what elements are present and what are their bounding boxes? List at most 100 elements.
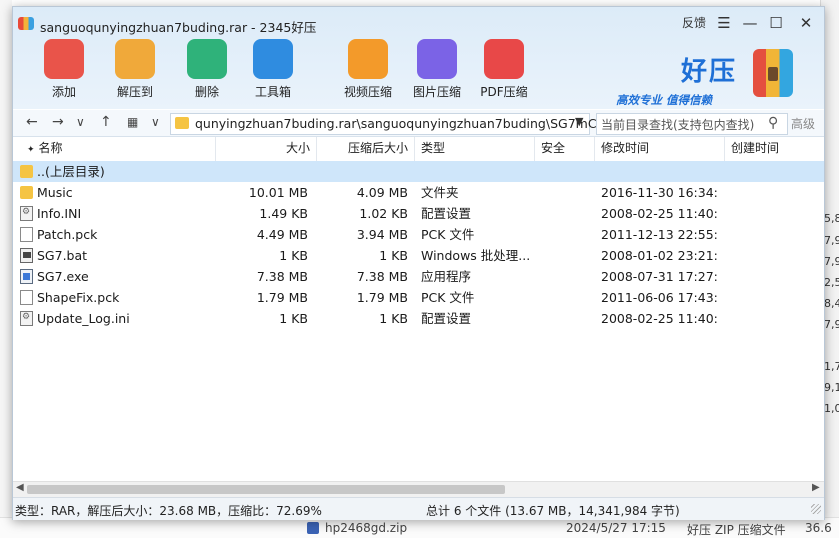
column-security[interactable]: 安全 [535,137,595,161]
archive-window: sanguoqunyingzhuan7buding.rar - 2345好压 反… [12,6,825,520]
file-type: 应用程序 [421,269,472,284]
back-arrow-icon[interactable]: ← [26,114,38,130]
path-field[interactable]: qunyingzhuan7buding.rar\sanguoqunyingzhu… [170,113,606,135]
toolbar-button-4[interactable]: 视频压缩 [337,39,399,100]
batch-file-icon [20,248,33,263]
background-size-value: 5,8 [824,212,839,225]
file-size: 1 KB [279,248,308,263]
file-modified: 2011-12-13 22:55:.. [601,227,719,242]
toolbar-label: 图片压缩 [412,85,461,99]
file-total: 总计 6 个文件 (13.67 MB，14,341,984 字节) [426,504,680,518]
folder-icon [20,165,33,178]
table-row[interactable]: Info.INI 1.49 KB 1.02 KB 配置设置 2008-02-25 11:… [13,203,824,224]
image-compress-icon [417,39,457,79]
up-directory-icon[interactable]: ↑ [100,114,112,130]
brand-archive-icon [753,49,793,97]
file-size: 1 KB [279,311,308,326]
sort-indicator-icon: ✦ [27,145,35,155]
file-size: 7.38 MB [256,269,308,284]
scrollbar-thumb[interactable] [27,485,505,494]
history-dropdown-icon[interactable]: ∨ [76,115,85,129]
table-row[interactable]: SG7.bat 1 KB 1 KB Windows 批处理... 2008-01-02 … [13,245,824,266]
scroll-left-icon[interactable]: ◀ [16,482,24,493]
toolbar-button-0[interactable]: 添加 [33,39,95,100]
search-icon[interactable]: ⚲ [768,115,778,131]
table-row[interactable]: Patch.pck 4.49 MB 3.94 MB PCK 文件 2011-12-13 … [13,224,824,245]
path-dropdown-icon[interactable]: ▼ [575,115,583,128]
view-mode-icon[interactable]: ▦ [127,115,138,129]
file-size: 1.79 MB [256,290,308,305]
menu-icon[interactable]: ☰ [713,13,735,33]
table-row[interactable]: ShapeFix.pck 1.79 MB 1.79 MB PCK 文件 2011-06-… [13,287,824,308]
close-button[interactable]: ✕ [795,13,817,33]
maximize-button[interactable]: ☐ [765,13,787,33]
window-title: sanguoqunyingzhuan7buding.rar - 2345好压 [40,20,317,35]
file-name: Music [37,185,73,200]
file-size [216,161,308,182]
config-file-icon [20,206,33,221]
toolbar-button-2[interactable]: 删除 [176,39,238,100]
file-icon [20,227,33,242]
column-type[interactable]: 类型 [415,137,535,161]
file-name: Patch.pck [37,227,98,242]
toolbar-button-3[interactable]: 工具箱 [242,39,304,100]
column-modified[interactable]: 修改时间 [595,137,725,161]
file-modified: 2008-02-25 11:40:.. [601,311,719,326]
advanced-search-button[interactable]: 高级 [791,115,815,132]
file-packed-size: 1.02 KB [359,206,408,221]
column-size[interactable]: 大小 [216,137,317,161]
file-packed-size: 4.09 MB [356,185,408,200]
toolbar-label: 解压到 [116,85,153,99]
toolbar-button-6[interactable]: PDF压缩 [473,39,535,100]
file-type: Windows 批处理... [421,248,531,263]
file-list: ..(上层目录) Music 10.01 MB 4.09 MB 文件夹 2016-11-3… [13,161,824,481]
feedback-button[interactable]: 反馈 [679,13,709,33]
scroll-right-icon[interactable]: ▶ [812,482,820,493]
column-created[interactable]: 创建时间 [725,137,824,161]
app-logo-icon [18,17,34,30]
file-modified: 2008-02-25 11:40:.. [601,206,719,221]
column-name[interactable]: ✦ 名称 [13,137,216,161]
toolbar-label: 删除 [194,85,219,99]
file-size: 4.49 MB [256,227,308,242]
folder-icon [20,186,33,199]
forward-arrow-icon[interactable]: → [52,114,64,130]
toolbar-button-1[interactable]: 解压到 [104,39,166,100]
toolbar-label: 视频压缩 [343,85,392,99]
toolbar-button-5[interactable]: 图片压缩 [406,39,468,100]
toolbox-icon [253,39,293,79]
pdf-compress-icon [484,39,524,79]
table-row[interactable]: Music 10.01 MB 4.09 MB 文件夹 2016-11-30 16:34:… [13,182,824,203]
path-text: qunyingzhuan7buding.rar\sanguoqunyingzhu… [195,116,607,131]
minimize-button[interactable]: — [739,13,761,33]
file-modified: 2016-11-30 16:34:.. [601,185,719,200]
address-bar: ← → ∨ ↑ ▦ ∨ qunyingzhuan7buding.rar\sang… [13,110,824,137]
toolbar-label: PDF压缩 [480,85,528,99]
background-size-value: 9,1 [824,381,839,394]
search-placeholder: 当前目录查找(支持包内查找) [601,118,755,132]
table-row[interactable]: ..(上层目录) [13,161,824,182]
view-mode-dropdown-icon[interactable]: ∨ [151,115,160,129]
table-row[interactable]: Update_Log.ini 1 KB 1 KB 配置设置 2008-02-25 11:… [13,308,824,329]
background-size-value: 1,0 [824,402,839,415]
file-modified: 2008-07-31 17:27:.. [601,269,719,284]
background-file-type: 好压 ZIP 压缩文件 [687,523,786,537]
status-bar: 类型：RAR，解压后大小：23.68 MB，压缩比：72.69% 总计 6 个文… [13,497,824,520]
horizontal-scrollbar[interactable]: ◀ ▶ [13,481,824,497]
video-compress-icon [348,39,388,79]
background-file-size: 36.6 [805,521,832,535]
background-explorer-row[interactable]: hp2468gd.zip 2024/5/27 17:15 好压 ZIP 压缩文件… [0,517,839,538]
file-icon [20,290,33,305]
add-archive-icon [44,39,84,79]
table-row[interactable]: SG7.exe 7.38 MB 7.38 MB 应用程序 2008-07-31 17:2… [13,266,824,287]
search-input[interactable]: 当前目录查找(支持包内查找) ⚲ [596,113,788,135]
file-name: SG7.exe [37,269,89,284]
resize-grip-icon[interactable] [811,504,821,514]
file-size: 10.01 MB [248,185,308,200]
column-packed-size[interactable]: 压缩后大小 [317,137,415,161]
background-size-value: 2,5 [824,276,839,289]
file-packed-size: 1.79 MB [356,290,408,305]
file-name: Update_Log.ini [37,311,130,326]
background-size-value: 8,4 [824,297,839,310]
file-packed-size: 3.94 MB [356,227,408,242]
